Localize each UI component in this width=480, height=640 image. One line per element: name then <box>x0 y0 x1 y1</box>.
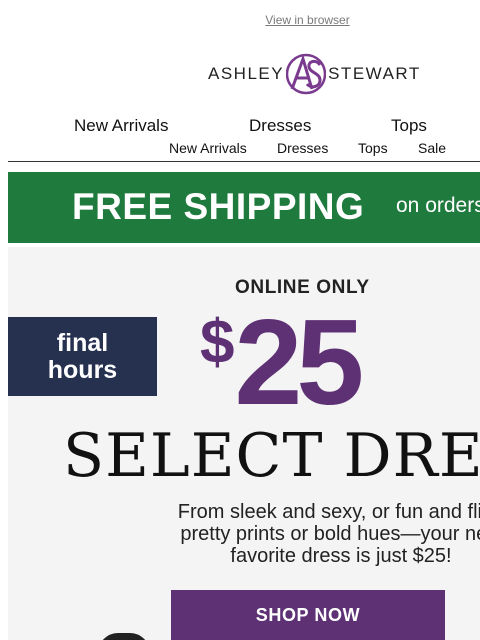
price-amount: 25 <box>234 294 364 430</box>
logo-word-right: STEWART <box>328 64 421 83</box>
nav-divider <box>8 161 480 162</box>
free-shipping-banner[interactable]: FREE SHIPPING on orders <box>8 172 480 243</box>
final-hours-badge: final hours <box>8 317 157 396</box>
promo-description: From sleek and sexy, or fun and flirty p… <box>126 501 480 567</box>
shipping-headline: FREE SHIPPING <box>72 186 365 227</box>
as-monogram-icon <box>286 53 327 95</box>
subnav-dresses[interactable]: Dresses <box>277 140 328 156</box>
shop-now-button[interactable]: SHOP NOW <box>171 590 445 640</box>
description-line: pretty prints or bold hues—your new <box>180 523 480 545</box>
promo-headline: SELECT DRESSES <box>63 421 480 491</box>
view-in-browser-link[interactable]: View in browser <box>0 13 480 27</box>
description-line: From sleek and sexy, or fun and flirty <box>177 501 480 523</box>
subnav-tops[interactable]: Tops <box>358 140 388 156</box>
price-currency: $ <box>200 308 235 377</box>
logo-word-left: ASHLEY <box>208 64 285 83</box>
promo-price: $25 <box>200 301 364 423</box>
subnav-sale[interactable]: Sale <box>418 140 446 156</box>
subnav-new-arrivals[interactable]: New Arrivals <box>169 140 247 156</box>
description-line: favorite dress is just $25! <box>230 545 452 567</box>
model-photo-hair <box>98 633 150 640</box>
nav-dresses[interactable]: Dresses <box>249 116 311 136</box>
shipping-subtext: on orders <box>396 194 480 217</box>
nav-tops[interactable]: Tops <box>391 116 427 136</box>
badge-line-1: final <box>56 328 109 357</box>
ashley-stewart-logo[interactable]: ASHLEY STEWART <box>208 52 421 96</box>
badge-line-2: hours <box>47 355 118 384</box>
nav-new-arrivals[interactable]: New Arrivals <box>74 116 168 136</box>
dress-promo-hero[interactable]: ONLINE ONLY final hours $25 SELECT DRESS… <box>8 247 480 640</box>
